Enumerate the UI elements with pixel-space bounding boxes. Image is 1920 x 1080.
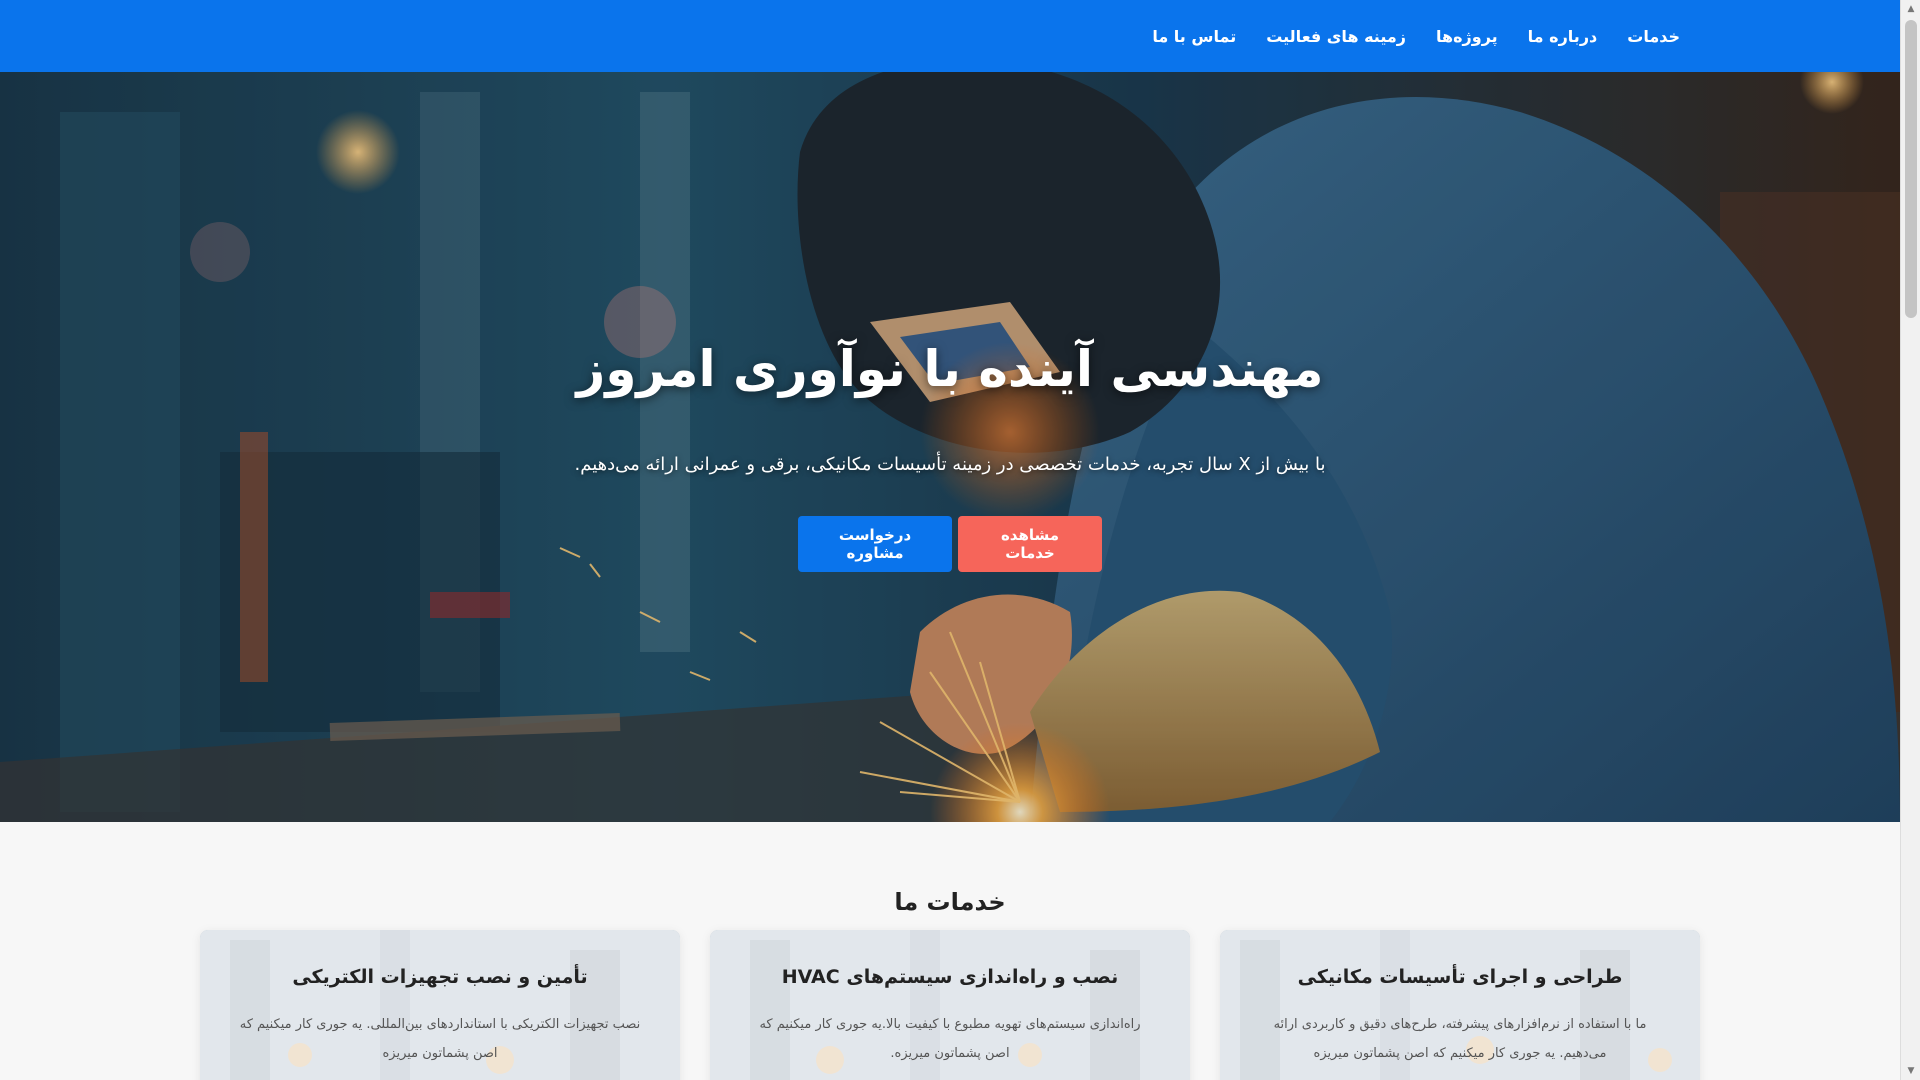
nav-item-about[interactable]: درباره ما bbox=[1528, 27, 1598, 46]
services-title: خدمات ما bbox=[894, 888, 1006, 916]
hero-title: مهندسی آینده با نوآوری امروز bbox=[576, 340, 1324, 398]
view-services-button[interactable]: مشاهده خدمات bbox=[958, 516, 1102, 572]
card-title: نصب و راه‌اندازی سیستم‌های HVAC bbox=[781, 966, 1119, 988]
page-scrollbar[interactable]: ▲ ▼ bbox=[1900, 0, 1920, 1080]
service-card[interactable]: طراحی و اجرای تأسیسات مکانیکی ما با استف… bbox=[1220, 930, 1700, 1080]
hero-section: مهندسی آینده با نوآوری امروز با بیش از X… bbox=[0, 72, 1900, 822]
nav-item-fields[interactable]: زمینه های فعالیت bbox=[1266, 27, 1406, 46]
nav-menu: خدمات درباره ما پروژه‌ها زمینه های فعالی… bbox=[1152, 0, 1680, 72]
hero-content: مهندسی آینده با نوآوری امروز با بیش از X… bbox=[0, 72, 1900, 822]
service-card[interactable]: نصب و راه‌اندازی سیستم‌های HVAC راه‌اندا… bbox=[710, 930, 1190, 1080]
scroll-down-icon[interactable]: ▼ bbox=[1901, 1062, 1920, 1080]
scrollbar-thumb[interactable] bbox=[1905, 20, 1917, 318]
service-card[interactable]: تأمین و نصب تجهیزات الکتریکی نصب تجهیزات… bbox=[200, 930, 680, 1080]
card-text: نصب تجهیزات الکتریکی با استانداردهای بین… bbox=[239, 1017, 641, 1061]
services-cards: طراحی و اجرای تأسیسات مکانیکی ما با استف… bbox=[200, 930, 1700, 1080]
hero-buttons: مشاهده خدمات درخواست مشاوره bbox=[0, 516, 1900, 572]
hero-subtitle: با بیش از X سال تجربه، خدمات تخصصی در زم… bbox=[574, 454, 1326, 475]
card-title: تأمین و نصب تجهیزات الکتریکی bbox=[292, 966, 588, 988]
card-title: طراحی و اجرای تأسیسات مکانیکی bbox=[1297, 966, 1623, 988]
scroll-up-icon[interactable]: ▲ bbox=[1901, 0, 1920, 18]
nav-item-projects[interactable]: پروژه‌ها bbox=[1436, 27, 1498, 46]
request-consultation-button[interactable]: درخواست مشاوره bbox=[798, 516, 952, 572]
top-navbar: خدمات درباره ما پروژه‌ها زمینه های فعالی… bbox=[0, 0, 1900, 72]
card-text: راه‌اندازی سیستم‌های تهویه مطبوع با کیفی… bbox=[759, 1017, 1141, 1061]
nav-item-services[interactable]: خدمات bbox=[1627, 27, 1680, 46]
card-text: ما با استفاده از نرم‌افزارهای پیشرفته، ط… bbox=[1273, 1017, 1647, 1061]
nav-item-contact[interactable]: تماس با ما bbox=[1152, 27, 1236, 46]
